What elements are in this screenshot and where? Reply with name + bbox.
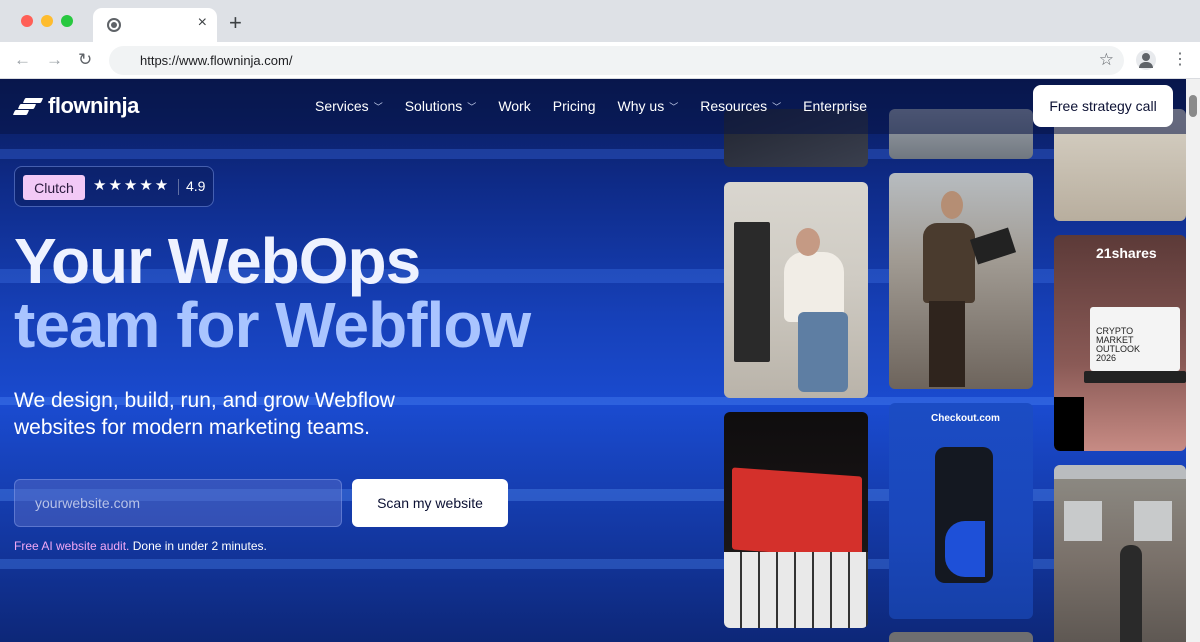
reload-icon[interactable]: ↻ [78,50,92,70]
photo-tile-man-laptop [889,173,1033,389]
nav-resources-label: Resources [700,98,768,114]
nav-solutions-label: Solutions [404,98,463,114]
bookmark-star-icon[interactable]: ☆ [1099,50,1114,70]
rating-value: 4.9 [186,178,206,194]
photo-tile-street [1054,465,1186,642]
browser-toolbar: ← → ↻ https://www.flowninja.com/ ☆ ⋮ [0,42,1200,79]
nav-services-label: Services [315,98,369,114]
21shares-logo-text: 21shares [1096,245,1157,261]
headline-line-1: Your WebOps [14,225,421,297]
nav-services[interactable]: Services ﹀ [315,98,383,114]
browser-tab-strip: × + [0,0,1200,42]
profile-avatar-icon[interactable] [1136,50,1156,70]
21shares-caption: CRYPTO MARKET OUTLOOK 2026 [1096,326,1141,363]
checkout-logo-text: Checkout.com [931,413,1000,424]
nav-pricing-label: Pricing [552,98,596,114]
scrollbar-thumb[interactable] [1189,95,1197,117]
url-text[interactable]: https://www.flowninja.com/ [140,53,292,68]
hero-subheading: We design, build, run, and grow Webflow … [14,389,395,439]
address-bar[interactable]: https://www.flowninja.com/ ☆ [109,46,1124,75]
clutch-logo: Clutch [23,175,85,200]
star-rating-icon: ★★★★★ [93,177,171,194]
headline-line-2: team for Webflow [14,289,531,361]
chevron-down-icon: ﹀ [467,101,477,112]
nav-work[interactable]: Work [498,98,530,114]
hero-headline: Your WebOps team for Webflow [14,229,654,357]
back-icon[interactable]: ← [14,50,31,70]
flowninja-logo[interactable]: flowninja [12,93,139,118]
page-scrollbar[interactable] [1186,79,1200,642]
nav-resources[interactable]: Resources ﹀ [700,98,781,114]
maximize-window-button[interactable] [61,15,73,27]
site-header: flowninja Services ﹀ Solutions ﹀ Work Pric… [0,79,1186,134]
nav-solutions[interactable]: Solutions ﹀ [405,98,477,114]
chevron-down-icon: ﹀ [772,101,782,112]
divider [178,179,179,195]
flowninja-logo-icon [12,98,44,115]
minimize-window-button[interactable] [41,15,53,27]
photo-tile-checkout-phone: Checkout.com [889,403,1033,619]
browser-tab[interactable]: × [93,8,217,42]
browser-menu-icon[interactable]: ⋮ [1172,50,1188,70]
audit-rest: Done in under 2 minutes. [129,539,267,553]
website-url-input[interactable]: yourwebsite.com [14,479,342,527]
webpage: Checkout.com 21shares CRYPTO MARKET OUTL… [0,79,1200,642]
logo-text: flowninja [48,93,139,118]
forward-icon[interactable]: → [46,50,63,70]
photo-tile-21shares: 21shares CRYPTO MARKET OUTLOOK 2026 [1054,235,1186,451]
nav-pricing[interactable]: Pricing [553,98,596,114]
photo-tile [889,632,1033,642]
photo-tile-man-drinking [724,182,868,398]
nav-enterprise[interactable]: Enterprise [803,98,867,114]
chrome-favicon-icon [107,18,121,32]
main-menu: Services ﹀ Solutions ﹀ Work Pricing Why us… [315,98,867,114]
chevron-down-icon: ﹀ [373,101,383,112]
nav-work-label: Work [498,98,531,114]
audit-highlight: Free AI website audit. [14,539,130,553]
free-strategy-call-button[interactable]: Free strategy call [1033,85,1173,127]
nav-why-us[interactable]: Why us ﹀ [618,98,679,114]
scan-website-button[interactable]: Scan my website [352,479,508,527]
clutch-rating-badge[interactable]: Clutch ★★★★★ 4.9 [14,166,214,207]
new-tab-button[interactable]: + [229,12,242,34]
close-window-button[interactable] [21,15,33,27]
photo-tile-laptop [724,412,868,628]
nav-why-us-label: Why us [617,98,665,114]
chevron-down-icon: ﹀ [669,101,679,112]
audit-note: Free AI website audit. Done in under 2 m… [14,539,267,553]
tab-close-icon[interactable]: × [198,14,207,32]
nav-enterprise-label: Enterprise [803,98,867,114]
